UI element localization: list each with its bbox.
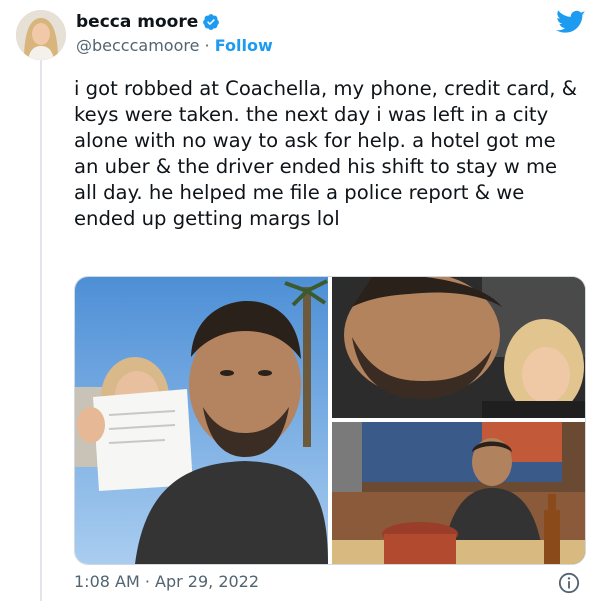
media-grid	[74, 276, 586, 565]
photo-car-selfie[interactable]	[332, 277, 585, 418]
photo-selfie-outdoors[interactable]	[75, 277, 328, 564]
follow-link[interactable]: Follow	[215, 36, 273, 55]
author-name-row: becca moore	[76, 12, 220, 32]
handle-row: @becccamoore · Follow	[76, 36, 273, 55]
info-icon[interactable]	[558, 572, 580, 594]
timestamp[interactable]: 1:08 AM · Apr 29, 2022	[74, 572, 259, 591]
photo-restaurant[interactable]	[332, 422, 585, 564]
verified-badge-icon	[203, 14, 220, 30]
avatar[interactable]	[16, 10, 66, 60]
author-handle[interactable]: @becccamoore	[76, 36, 199, 55]
author-name[interactable]: becca moore	[76, 12, 198, 32]
thread-line	[40, 56, 42, 601]
twitter-bird-icon[interactable]	[556, 10, 586, 36]
tweet-text: i got robbed at Coachella, my phone, cre…	[74, 77, 577, 230]
handle-separator: ·	[199, 36, 215, 55]
